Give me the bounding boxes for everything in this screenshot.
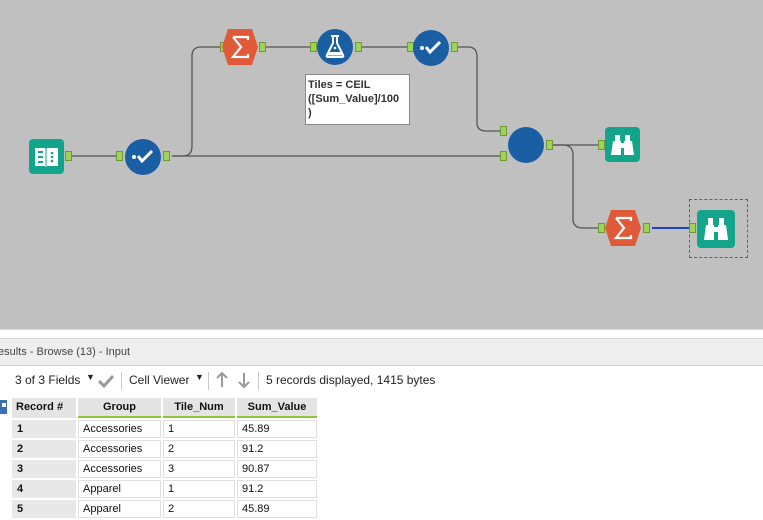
fields-select[interactable]: 3 of 3 Fields xyxy=(15,373,80,387)
output-anchor[interactable] xyxy=(355,42,362,52)
left-input-anchor[interactable] xyxy=(500,126,507,136)
browse-tool-2[interactable] xyxy=(697,210,735,248)
table-cell[interactable]: 1 xyxy=(163,420,235,438)
browse-tool-1[interactable] xyxy=(605,127,640,162)
viewer-select[interactable]: Cell Viewer xyxy=(129,373,189,387)
column-header-record[interactable]: Record # xyxy=(12,398,76,418)
table-cell[interactable]: 91.2 xyxy=(237,480,317,498)
table-cell[interactable]: 45.89 xyxy=(237,500,317,518)
arrow-down-icon[interactable] xyxy=(238,372,250,388)
input-anchor[interactable] xyxy=(598,140,605,150)
results-toolbar: 3 of 3 Fields ▼ Cell Viewer ▼ 5 records … xyxy=(0,367,763,395)
input-anchor[interactable] xyxy=(689,223,696,233)
connection-lines xyxy=(66,46,689,229)
sigma-icon xyxy=(222,29,258,65)
results-title: esults - Browse (13) - Input xyxy=(0,346,131,358)
table-row[interactable]: 4 Apparel 1 91.2 xyxy=(12,480,317,498)
results-table: Record # Group Tile_Num Sum_Value 1 Acce… xyxy=(10,396,319,520)
table-cell[interactable]: Apparel xyxy=(78,500,161,518)
column-header-tile-num[interactable]: Tile_Num xyxy=(163,398,235,418)
table-row[interactable]: 5 Apparel 2 45.89 xyxy=(12,500,317,518)
workflow-canvas[interactable]: Tiles = CEIL ([Sum_Value]/100 ) xyxy=(0,0,763,329)
record-number-cell[interactable]: 1 xyxy=(12,420,76,438)
book-icon xyxy=(29,139,64,174)
input-anchor[interactable] xyxy=(598,223,605,233)
table-cell[interactable]: 2 xyxy=(163,500,235,518)
checkmark-icon xyxy=(413,30,449,66)
table-cell[interactable]: 2 xyxy=(163,440,235,458)
table-cell[interactable]: 3 xyxy=(163,460,235,478)
select-tool-1[interactable] xyxy=(124,138,162,176)
table-cell[interactable]: Accessories xyxy=(78,440,161,458)
table-header-row: Record # Group Tile_Num Sum_Value xyxy=(12,398,317,418)
right-input-anchor[interactable] xyxy=(500,151,507,161)
table-cell[interactable]: Accessories xyxy=(78,460,161,478)
arrow-up-icon[interactable] xyxy=(216,372,228,388)
chevron-down-icon[interactable]: ▼ xyxy=(86,372,95,382)
output-anchor[interactable] xyxy=(643,223,650,233)
table-cell[interactable]: Accessories xyxy=(78,420,161,438)
output-anchor[interactable] xyxy=(163,151,170,161)
formula-annotation: Tiles = CEIL ([Sum_Value]/100 ) xyxy=(305,74,410,125)
column-header-sum-value[interactable]: Sum_Value xyxy=(237,398,317,418)
record-number-cell[interactable]: 4 xyxy=(12,480,76,498)
record-number-cell[interactable]: 2 xyxy=(12,440,76,458)
input-anchor[interactable] xyxy=(116,151,123,161)
output-anchor[interactable] xyxy=(259,42,266,52)
summarize-tool-1[interactable] xyxy=(222,29,258,65)
table-row[interactable]: 1 Accessories 1 45.89 xyxy=(12,420,317,438)
join-tool[interactable] xyxy=(507,126,545,164)
sigma-icon xyxy=(605,210,641,246)
checkmark-icon[interactable] xyxy=(98,374,114,388)
table-row[interactable]: 3 Accessories 3 90.87 xyxy=(12,460,317,478)
output-anchor[interactable] xyxy=(65,151,72,161)
select-tool-2[interactable] xyxy=(412,29,450,67)
formula-tool[interactable] xyxy=(316,28,354,66)
output-anchor[interactable] xyxy=(546,140,553,150)
column-header-group[interactable]: Group xyxy=(78,398,161,418)
summarize-tool-2[interactable] xyxy=(605,210,641,246)
chevron-down-icon[interactable]: ▼ xyxy=(195,372,204,382)
table-cell[interactable]: 1 xyxy=(163,480,235,498)
table-cell[interactable]: 91.2 xyxy=(237,440,317,458)
panel-splitter[interactable] xyxy=(0,329,763,339)
table-cell[interactable]: Apparel xyxy=(78,480,161,498)
table-cell[interactable]: 90.87 xyxy=(237,460,317,478)
results-header: esults - Browse (13) - Input xyxy=(0,339,763,366)
record-number-cell[interactable]: 5 xyxy=(12,500,76,518)
table-row[interactable]: 2 Accessories 2 91.2 xyxy=(12,440,317,458)
record-number-cell[interactable]: 3 xyxy=(12,460,76,478)
output-anchor[interactable] xyxy=(451,42,458,52)
input-data-tool[interactable] xyxy=(29,139,64,174)
flask-icon xyxy=(317,29,353,65)
status-text: 5 records displayed, 1415 bytes xyxy=(266,373,436,387)
table-cell[interactable]: 45.89 xyxy=(237,420,317,438)
circle-icon xyxy=(508,127,544,163)
binoculars-icon xyxy=(605,127,640,162)
binoculars-icon xyxy=(697,210,735,248)
checkmark-icon xyxy=(125,139,161,175)
